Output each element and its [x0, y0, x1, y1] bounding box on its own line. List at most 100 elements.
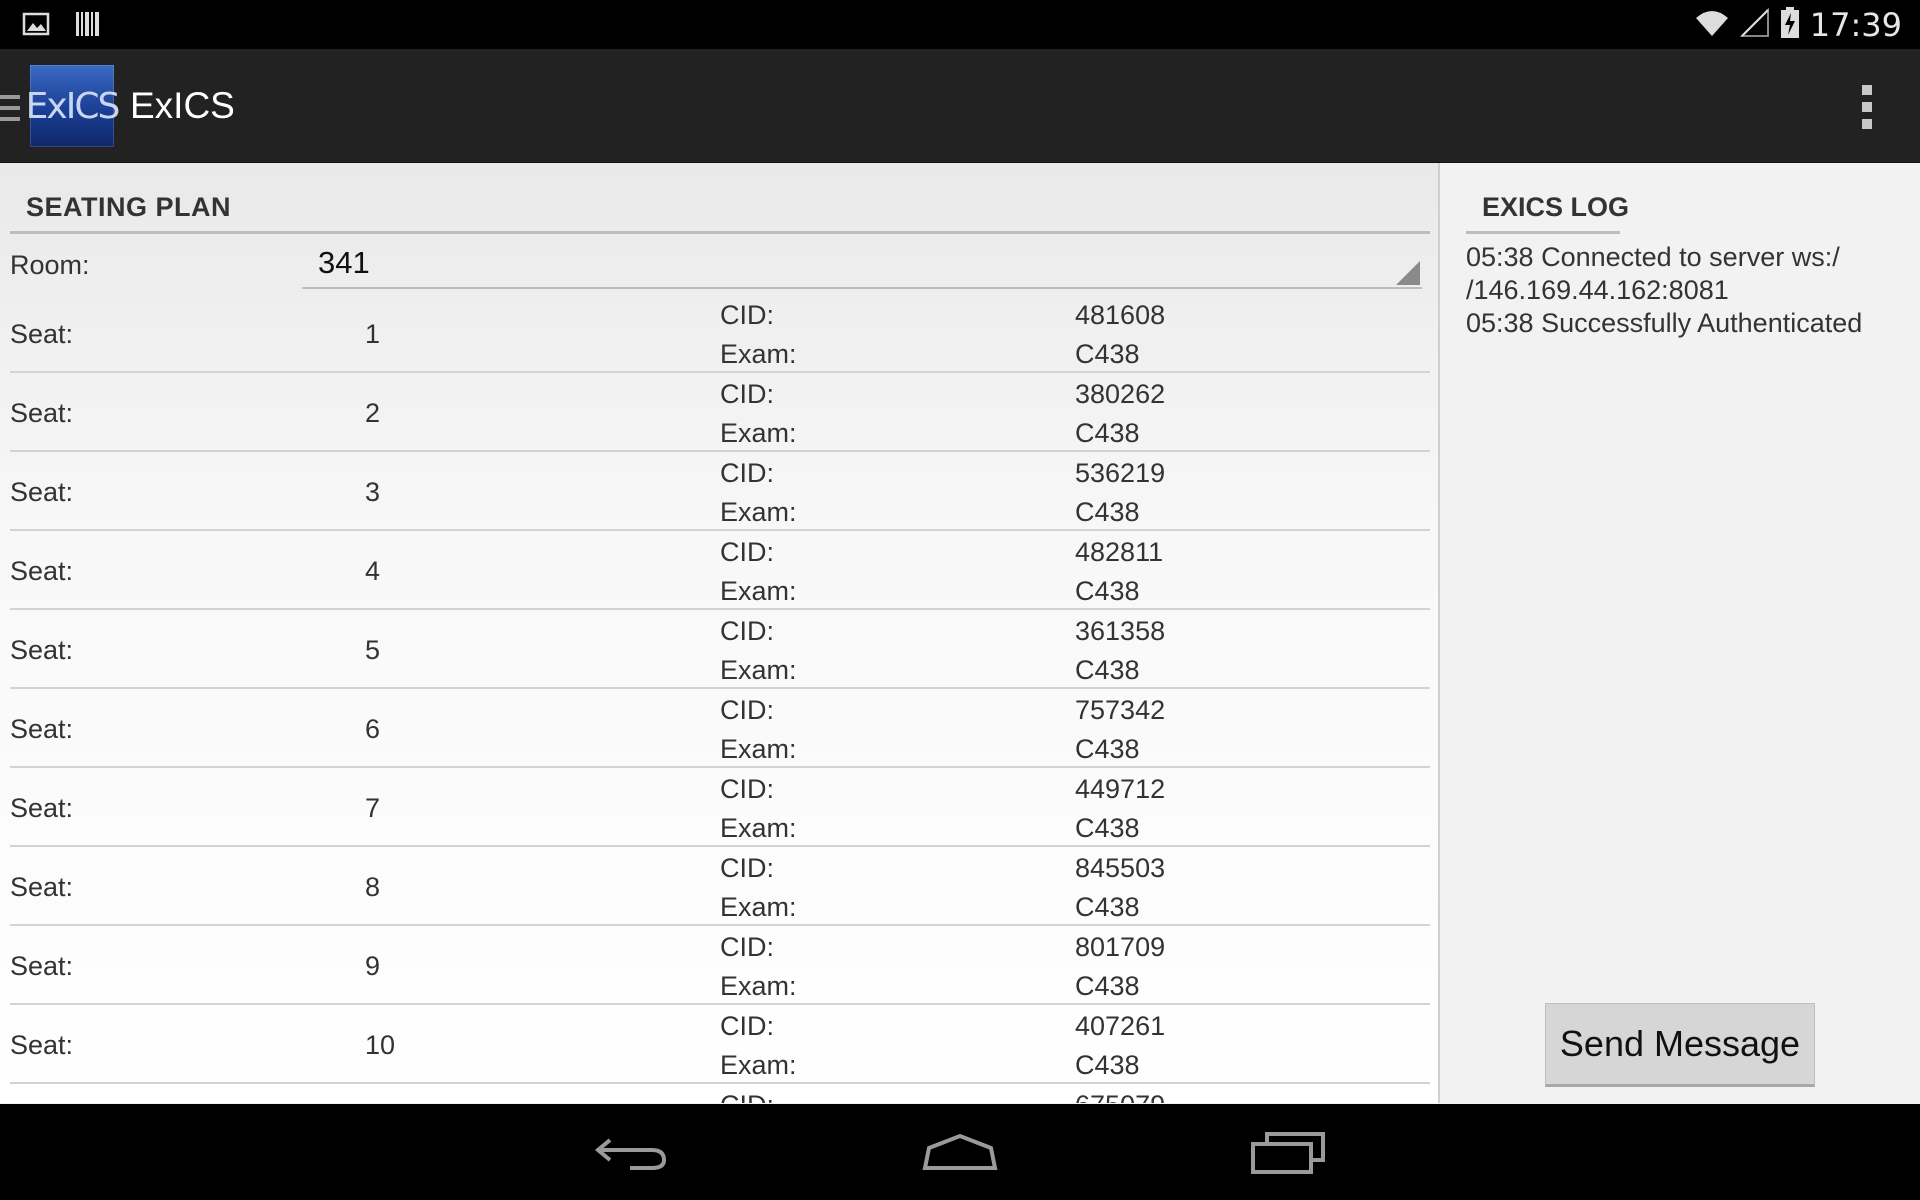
cid-value: 482811	[1075, 537, 1164, 567]
exam-label: Exam:	[720, 418, 797, 448]
exam-label: Exam:	[720, 734, 797, 764]
exam-label: Exam:	[720, 655, 797, 685]
cid-label: CID:	[720, 932, 774, 962]
dropdown-arrow-icon	[1396, 261, 1420, 285]
barcode-icon	[74, 8, 102, 45]
cid-label: CID:	[720, 537, 774, 567]
seat-label: Seat:	[10, 556, 74, 586]
exam-label: Exam:	[720, 892, 797, 922]
cid-label: CID:	[720, 616, 774, 646]
exam-value: C438	[1075, 655, 1140, 685]
cid-value: 449712	[1075, 774, 1166, 804]
status-bar: 17:39	[0, 0, 1920, 49]
seat-label: Seat:	[10, 951, 74, 981]
exam-label: Exam:	[720, 339, 797, 369]
seat-row[interactable]: Seat: 1 CID: 481608 Exam: C438	[10, 294, 1430, 373]
cid-label: CID:	[720, 853, 774, 883]
seat-label: Seat:	[10, 398, 74, 428]
seat-label: Seat:	[10, 793, 74, 823]
cid-value: 757342	[1075, 695, 1166, 725]
back-icon[interactable]	[590, 1124, 680, 1180]
signal-icon	[1739, 7, 1770, 43]
cid-value: 845503	[1075, 853, 1166, 883]
seat-number: 8	[365, 872, 381, 902]
exam-value: C438	[1075, 971, 1140, 1001]
cid-label: CID:	[720, 1090, 774, 1103]
seat-label: Seat:	[10, 319, 74, 349]
clock: 17:39	[1809, 6, 1902, 44]
action-bar: ExICS ExICS	[0, 49, 1920, 163]
seat-number: 1	[365, 319, 381, 349]
seat-row[interactable]: Seat: 3 CID: 536219 Exam: C438	[10, 452, 1430, 531]
room-value: 341	[318, 245, 370, 280]
exam-label: Exam:	[720, 497, 797, 527]
seating-plan-title: SEATING PLAN	[26, 192, 232, 222]
seat-row[interactable]: CID: 675079	[10, 1084, 1430, 1103]
recent-apps-icon[interactable]	[1245, 1124, 1335, 1180]
exam-value: C438	[1075, 1050, 1140, 1080]
cid-value: 361358	[1075, 616, 1166, 646]
app-title: ExICS	[130, 85, 235, 126]
seat-number: 9	[365, 951, 381, 981]
seating-plan-pane: SEATING PLAN Room: 341 Seat: 1 CID: 481608 E…	[0, 163, 1440, 1103]
seat-row[interactable]: Seat: 8 CID: 845503 Exam: C438	[10, 847, 1430, 926]
seat-number: 4	[365, 556, 381, 586]
cid-label: CID:	[720, 1011, 774, 1041]
navigation-bar	[0, 1104, 1920, 1200]
log-messages: 05:38 Connected to server ws:/ /146.169.…	[1466, 241, 1906, 340]
cid-label: CID:	[720, 695, 774, 725]
exam-label: Exam:	[720, 576, 797, 606]
send-message-button[interactable]: Send Message	[1545, 1003, 1815, 1087]
seat-number: 6	[365, 714, 381, 744]
seat-number: 3	[365, 477, 381, 507]
drawer-menu-icon[interactable]	[0, 95, 20, 128]
seat-row[interactable]: Seat: 7 CID: 449712 Exam: C438	[10, 768, 1430, 847]
seat-row[interactable]: Seat: 9 CID: 801709 Exam: C438	[10, 926, 1430, 1005]
seat-row[interactable]: Seat: 6 CID: 757342 Exam: C438	[10, 689, 1430, 768]
seat-label: Seat:	[10, 714, 74, 744]
wifi-icon	[1694, 8, 1730, 43]
cid-value: 675079	[1075, 1090, 1165, 1103]
image-icon	[22, 8, 50, 45]
seat-row[interactable]: Seat: 4 CID: 482811 Exam: C438	[10, 531, 1430, 610]
home-icon[interactable]	[915, 1124, 1005, 1180]
exam-value: C438	[1075, 576, 1140, 606]
seat-row[interactable]: Seat: 5 CID: 361358 Exam: C438	[10, 610, 1430, 689]
cid-value: 801709	[1075, 932, 1166, 962]
log-line: 05:38 Connected to server ws:/ /146.169.…	[1466, 242, 1840, 305]
exam-label: Exam:	[720, 971, 797, 1001]
cid-label: CID:	[720, 774, 774, 804]
seat-number: 2	[365, 398, 381, 428]
battery-charging-icon	[1780, 6, 1800, 44]
cid-value: 481608	[1075, 300, 1166, 330]
cid-label: CID:	[720, 458, 774, 488]
seat-row[interactable]: Seat: 2 CID: 380262 Exam: C438	[10, 373, 1430, 452]
log-line: 05:38 Successfully Authenticated	[1466, 308, 1863, 338]
log-pane: EXICS LOG 05:38 Connected to server ws:/…	[1440, 163, 1920, 1103]
seat-number: 7	[365, 793, 381, 823]
room-label: Room:	[10, 250, 90, 280]
seat-label: Seat:	[10, 477, 74, 507]
divider	[10, 231, 1430, 234]
seat-label: Seat:	[10, 1030, 74, 1060]
exam-value: C438	[1075, 892, 1140, 922]
seat-label: Seat:	[10, 635, 74, 665]
seat-number: 5	[365, 635, 381, 665]
seat-number: 10	[365, 1030, 396, 1060]
seat-list[interactable]: Seat: 1 CID: 481608 Exam: C438 Seat: 2 CID: 38026…	[10, 294, 1430, 1103]
overflow-menu-icon[interactable]	[1862, 85, 1872, 136]
cid-value: 536219	[1075, 458, 1166, 488]
seat-row[interactable]: Seat: 10 CID: 407261 Exam: C438	[10, 1005, 1430, 1084]
cid-value: 380262	[1075, 379, 1166, 409]
room-select[interactable]: 341	[302, 243, 1422, 289]
exam-value: C438	[1075, 813, 1140, 843]
app-logo[interactable]: ExICS	[26, 65, 120, 147]
log-title: EXICS LOG	[1482, 192, 1630, 222]
cid-label: CID:	[720, 300, 774, 330]
exam-value: C438	[1075, 497, 1140, 527]
cid-label: CID:	[720, 379, 774, 409]
exam-value: C438	[1075, 418, 1140, 448]
exam-label: Exam:	[720, 813, 797, 843]
exam-value: C438	[1075, 339, 1140, 369]
seat-label: Seat:	[10, 872, 74, 902]
